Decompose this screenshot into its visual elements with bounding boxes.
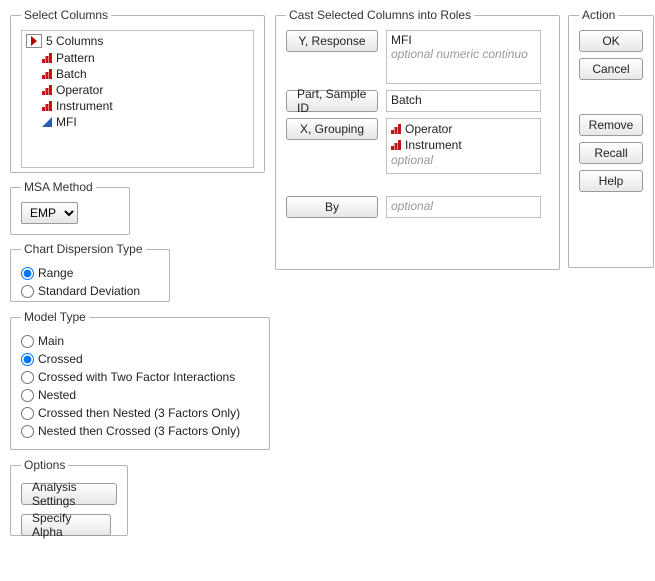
msa-method-select[interactable]: EMP <box>21 202 78 224</box>
options-group: Options Analysis Settings Specify Alpha <box>10 458 128 536</box>
cast-roles-legend: Cast Selected Columns into Roles <box>286 8 474 22</box>
y-response-value: MFI <box>391 33 536 47</box>
model-type-legend: Model Type <box>21 310 89 324</box>
columns-count-label: 5 Columns <box>46 34 103 48</box>
column-item[interactable]: Batch <box>26 66 249 82</box>
radio-label: Crossed then Nested (3 Factors Only) <box>38 404 240 422</box>
ok-button[interactable]: OK <box>579 30 643 52</box>
model-type-group: Model Type Main Crossed Crossed with Two… <box>10 310 270 450</box>
part-sample-id-box[interactable]: Batch <box>386 90 541 112</box>
radio-input[interactable] <box>21 371 34 384</box>
radio-input[interactable] <box>21 353 34 366</box>
dispersion-option-range[interactable]: Range <box>21 264 159 282</box>
help-button[interactable]: Help <box>579 170 643 192</box>
columns-listbox[interactable]: 5 Columns Pattern Batch Operator Instrum… <box>21 30 254 168</box>
dispersion-legend: Chart Dispersion Type <box>21 242 146 256</box>
radio-input[interactable] <box>21 335 34 348</box>
disclosure-icon[interactable] <box>26 34 42 48</box>
model-option[interactable]: Crossed with Two Factor Interactions <box>21 368 259 386</box>
part-sample-id-button[interactable]: Part, Sample ID <box>286 90 378 112</box>
by-button[interactable]: By <box>286 196 378 218</box>
model-option[interactable]: Nested then Crossed (3 Factors Only) <box>21 422 259 440</box>
model-option[interactable]: Crossed then Nested (3 Factors Only) <box>21 404 259 422</box>
select-columns-legend: Select Columns <box>21 8 111 22</box>
msa-method-legend: MSA Method <box>21 180 96 194</box>
continuous-icon <box>42 117 52 127</box>
cast-roles-group: Cast Selected Columns into Roles Y, Resp… <box>275 8 560 270</box>
nominal-icon <box>391 124 401 134</box>
dispersion-option-stddev[interactable]: Standard Deviation <box>21 282 159 300</box>
x-grouping-box[interactable]: Operator Instrument optional <box>386 118 541 174</box>
radio-label: Main <box>38 332 64 350</box>
radio-label: Nested then Crossed (3 Factors Only) <box>38 422 240 440</box>
column-label: Operator <box>56 82 103 98</box>
x-grouping-label: Operator <box>405 121 452 137</box>
column-label: Instrument <box>56 98 113 114</box>
radio-input[interactable] <box>21 407 34 420</box>
x-grouping-button[interactable]: X, Grouping <box>286 118 378 140</box>
analysis-settings-button[interactable]: Analysis Settings <box>21 483 117 505</box>
radio-label: Nested <box>38 386 76 404</box>
nominal-icon <box>391 140 401 150</box>
y-response-box[interactable]: MFI optional numeric continuo <box>386 30 541 84</box>
y-response-hint: optional numeric continuo <box>391 47 536 61</box>
action-group: Action OK Cancel Remove Recall Help <box>568 8 654 268</box>
by-box[interactable]: optional <box>386 196 541 218</box>
part-sample-id-value: Batch <box>391 93 536 107</box>
radio-label: Standard Deviation <box>38 282 140 300</box>
model-option[interactable]: Main <box>21 332 259 350</box>
radio-label: Range <box>38 264 73 282</box>
radio-input[interactable] <box>21 285 34 298</box>
cancel-button[interactable]: Cancel <box>579 58 643 80</box>
column-label: Batch <box>56 66 87 82</box>
by-hint: optional <box>391 199 536 213</box>
radio-label: Crossed with Two Factor Interactions <box>38 368 235 386</box>
radio-input[interactable] <box>21 425 34 438</box>
column-item[interactable]: MFI <box>26 114 249 130</box>
x-grouping-item[interactable]: Instrument <box>391 137 536 153</box>
action-legend: Action <box>579 8 618 22</box>
x-grouping-hint: optional <box>391 153 536 167</box>
dispersion-group: Chart Dispersion Type Range Standard Dev… <box>10 242 170 302</box>
column-item[interactable]: Operator <box>26 82 249 98</box>
remove-button[interactable]: Remove <box>579 114 643 136</box>
msa-method-group: MSA Method EMP <box>10 180 130 235</box>
options-legend: Options <box>21 458 68 472</box>
x-grouping-label: Instrument <box>405 137 462 153</box>
radio-input[interactable] <box>21 267 34 280</box>
nominal-icon <box>42 53 52 63</box>
radio-label: Crossed <box>38 350 83 368</box>
column-label: MFI <box>56 114 77 130</box>
column-item[interactable]: Instrument <box>26 98 249 114</box>
x-grouping-item[interactable]: Operator <box>391 121 536 137</box>
model-option[interactable]: Nested <box>21 386 259 404</box>
y-response-button[interactable]: Y, Response <box>286 30 378 52</box>
specify-alpha-button[interactable]: Specify Alpha <box>21 514 111 536</box>
recall-button[interactable]: Recall <box>579 142 643 164</box>
nominal-icon <box>42 69 52 79</box>
nominal-icon <box>42 85 52 95</box>
select-columns-group: Select Columns 5 Columns Pattern Batch O… <box>10 8 265 173</box>
column-item[interactable]: Pattern <box>26 50 249 66</box>
model-option[interactable]: Crossed <box>21 350 259 368</box>
radio-input[interactable] <box>21 389 34 402</box>
nominal-icon <box>42 101 52 111</box>
column-label: Pattern <box>56 50 95 66</box>
